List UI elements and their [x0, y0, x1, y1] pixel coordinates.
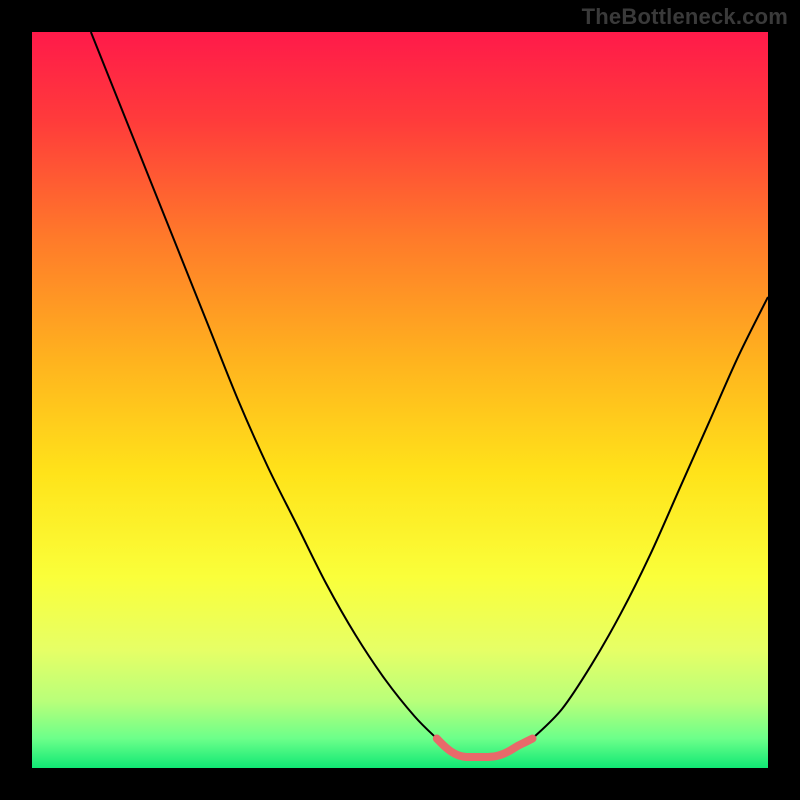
series-right-branch — [532, 297, 768, 739]
series-valley-highlight — [437, 739, 533, 758]
curve-layer — [32, 32, 768, 768]
watermark-text: TheBottleneck.com — [582, 4, 788, 30]
plot-area — [32, 32, 768, 768]
series-left-branch — [91, 32, 437, 739]
chart-frame: TheBottleneck.com — [0, 0, 800, 800]
